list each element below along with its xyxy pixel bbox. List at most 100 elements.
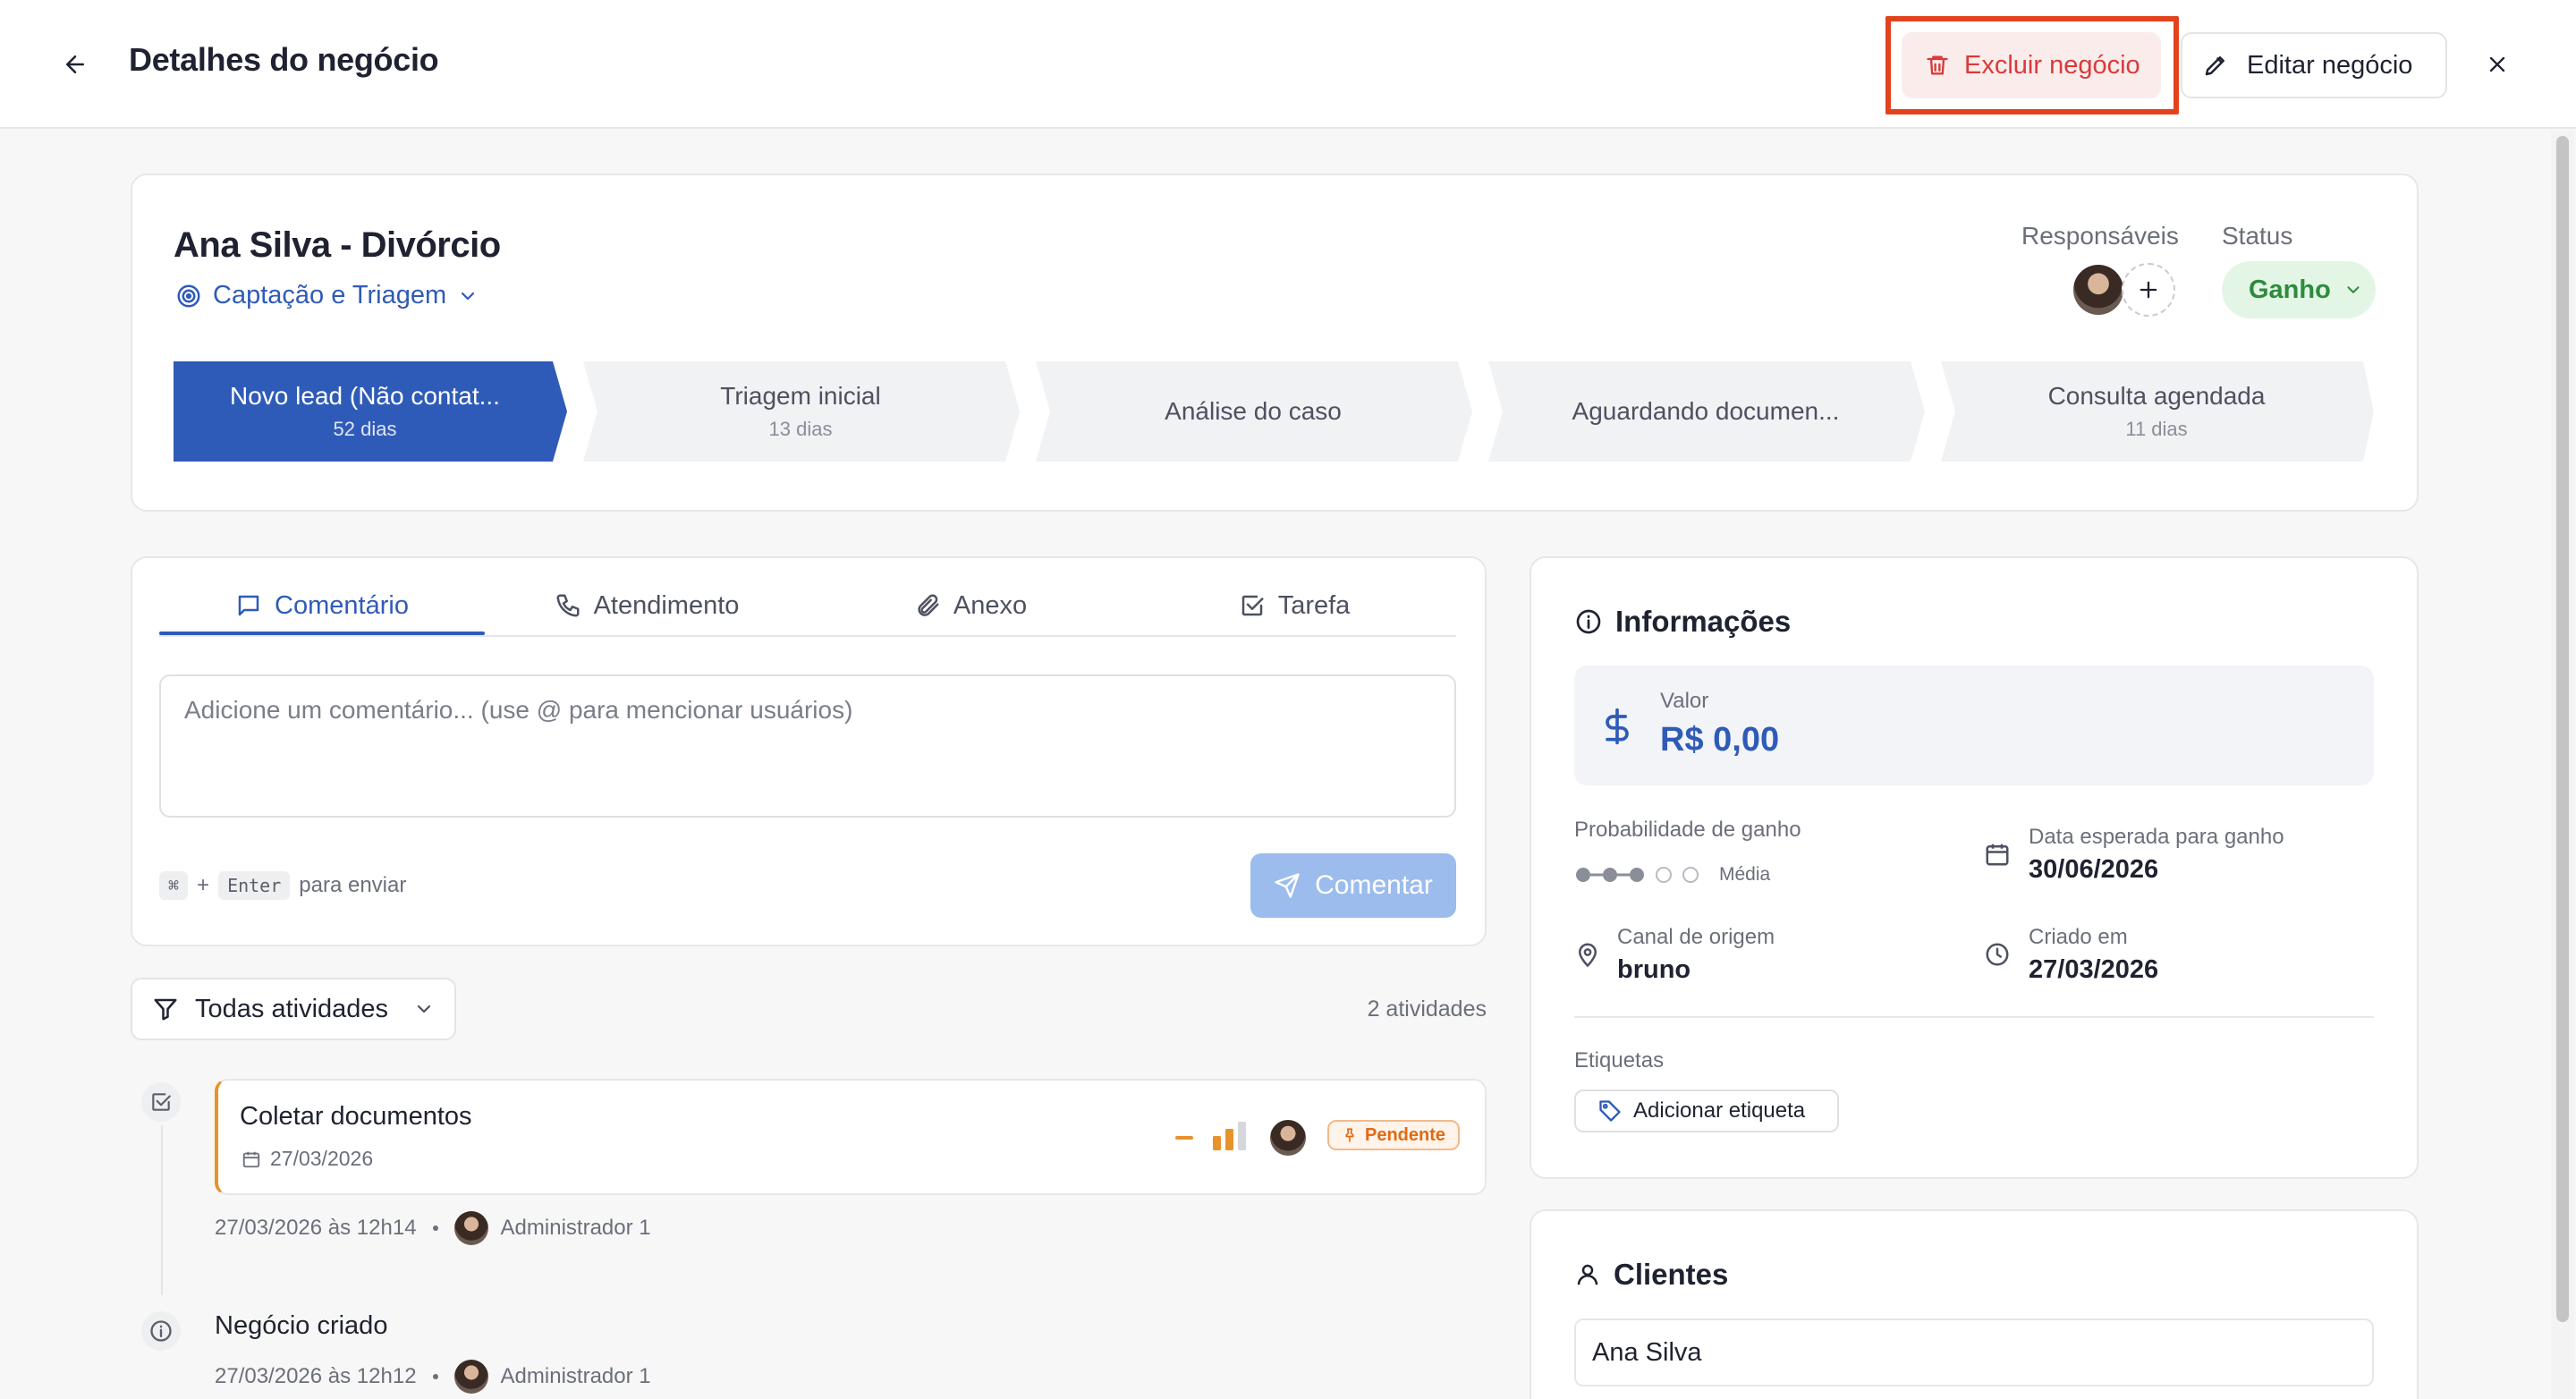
- info-title: Informações: [1574, 605, 1791, 639]
- tab-tarefa[interactable]: Tarefa: [1132, 576, 1456, 635]
- edit-deal-label: Editar negócio: [2247, 50, 2413, 80]
- info-divider: [1574, 1016, 2374, 1018]
- author-avatar: [453, 1211, 488, 1245]
- add-tag-button[interactable]: Adicionar etiqueta: [1574, 1090, 1839, 1132]
- pipeline-name: Captação e Triagem: [213, 281, 447, 309]
- task-meta-author: Administrador 1: [500, 1216, 651, 1240]
- stage-1[interactable]: Novo lead (Não contat... 52 dias: [174, 361, 556, 462]
- pencil-icon: [2205, 56, 2224, 76]
- info-icon: [150, 1320, 172, 1342]
- add-responsible-button[interactable]: [2122, 263, 2175, 317]
- send-icon: [1275, 873, 1300, 898]
- hint-text: para enviar: [299, 873, 407, 897]
- back-button[interactable]: [55, 45, 95, 84]
- plus-icon: [2140, 281, 2157, 299]
- status-value: Ganho: [2249, 275, 2331, 304]
- checkbox-icon: [152, 1093, 171, 1111]
- arrow-left-icon: [66, 55, 84, 73]
- created-label: Criado em: [2029, 925, 2128, 949]
- pipeline-selector[interactable]: Captação e Triagem: [175, 281, 479, 310]
- stage-days: 11 dias: [2125, 418, 2188, 440]
- comment-input[interactable]: Adicione um comentário... (use @ para me…: [159, 674, 1456, 818]
- probability-dot: [1603, 868, 1617, 882]
- task-assignee-avatar[interactable]: [1270, 1120, 1306, 1156]
- page-title: Detalhes do negócio: [129, 41, 439, 78]
- probability-indicator: Média: [1574, 864, 1770, 886]
- priority-bars-icon: [1213, 1122, 1246, 1150]
- chevron-down-icon: [2347, 286, 2360, 293]
- clients-title: Clientes: [1574, 1258, 1728, 1292]
- filter-icon: [154, 998, 177, 1021]
- origin-label: Canal de origem: [1617, 925, 1775, 949]
- paperclip-icon: [918, 594, 939, 616]
- value-label: Valor: [1660, 689, 1709, 713]
- timeline-info-marker: [141, 1311, 181, 1351]
- scrollbar-thumb[interactable]: [2556, 136, 2569, 1322]
- task-title: Coletar documentos: [240, 1102, 472, 1131]
- probability-dot: [1682, 867, 1699, 883]
- filter-label: Todas atividades: [195, 994, 389, 1023]
- task-card[interactable]: Coletar documentos 27/03/2026: [215, 1079, 1487, 1195]
- send-shortcut-hint: ⌘ + Enter para enviar: [159, 871, 406, 900]
- calendar-icon: [242, 1151, 260, 1167]
- probability-dot: [1576, 868, 1590, 882]
- trash-icon: [1927, 55, 1948, 75]
- stage-2[interactable]: Triagem inicial 13 dias: [597, 361, 1004, 462]
- target-icon: [177, 284, 200, 307]
- info-icon: [1576, 609, 1601, 634]
- responsaveis-label: Responsáveis: [2021, 222, 2179, 250]
- separator-dot: [432, 1374, 438, 1379]
- stage-3[interactable]: Análise do caso: [1050, 361, 1456, 462]
- delete-deal-button[interactable]: Excluir negócio: [1902, 32, 2161, 98]
- checkbox-icon: [1241, 595, 1264, 616]
- status-label: Status: [2222, 222, 2293, 250]
- chevron-down-icon: [462, 292, 475, 300]
- tab-anexo[interactable]: Anexo: [809, 576, 1132, 635]
- clock-icon: [1986, 943, 2009, 966]
- task-meta-time: 27/03/2026 às 12h14: [215, 1216, 417, 1240]
- stage-days: 13 dias: [768, 418, 833, 440]
- stage-name: Triagem inicial: [720, 382, 881, 410]
- enter-key: Enter: [218, 871, 291, 900]
- timeline-line: [161, 1125, 163, 1295]
- dollar-icon: [1606, 708, 1629, 745]
- stage-name: Consulta agendada: [2047, 382, 2266, 410]
- calendar-icon: [1986, 844, 2009, 866]
- origin-value: bruno: [1617, 955, 1691, 984]
- activity-count: 2 atividades: [1367, 996, 1487, 1022]
- responsible-avatar[interactable]: [2073, 265, 2123, 315]
- probability-label: Probabilidade de ganho: [1574, 818, 1801, 842]
- tag-icon: [1599, 1100, 1621, 1122]
- map-pin-icon: [1578, 943, 1597, 968]
- tab-label: Comentário: [275, 590, 409, 620]
- tab-label: Tarefa: [1277, 590, 1351, 620]
- stage-5[interactable]: Consulta agendada 11 dias: [1955, 361, 2358, 462]
- top-bar: Detalhes do negócio Excluir negócio Edit…: [0, 0, 2576, 129]
- author-avatar: [453, 1360, 488, 1394]
- status-dropdown[interactable]: Ganho: [2222, 261, 2376, 318]
- close-icon: [2489, 56, 2505, 72]
- created-meta-author: Administrador 1: [500, 1364, 651, 1388]
- probability-level: Média: [1719, 864, 1771, 885]
- expected-date-value: 30/06/2026: [2029, 855, 2159, 884]
- stage-4[interactable]: Aguardando documen...: [1503, 361, 1909, 462]
- tab-comentario[interactable]: Comentário: [159, 576, 485, 635]
- chevron-down-icon: [417, 1005, 431, 1013]
- clients-title-text: Clientes: [1614, 1258, 1729, 1291]
- priority-dash: [1175, 1136, 1193, 1140]
- tab-atendimento[interactable]: Atendimento: [485, 576, 809, 635]
- badge-label: Pendente: [1365, 1124, 1446, 1145]
- phone-icon: [556, 594, 580, 617]
- close-button[interactable]: [2478, 45, 2517, 84]
- submit-comment-button[interactable]: Comentar: [1250, 853, 1456, 918]
- plus-sign: +: [197, 873, 210, 897]
- deal-name: Ana Silva - Divórcio: [174, 225, 501, 265]
- edit-deal-button[interactable]: Editar negócio: [2181, 32, 2447, 98]
- user-icon: [1577, 1264, 1598, 1285]
- client-item[interactable]: Ana Silva: [1574, 1318, 2374, 1386]
- activity-filter-dropdown[interactable]: Todas atividades: [131, 978, 456, 1040]
- tags-label: Etiquetas: [1574, 1048, 1665, 1073]
- probability-dot: [1630, 868, 1644, 882]
- tab-label: Anexo: [953, 590, 1028, 620]
- stage-days: 52 dias: [333, 418, 397, 440]
